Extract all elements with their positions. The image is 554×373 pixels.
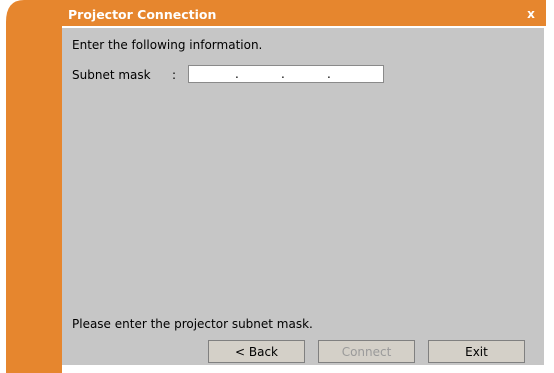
connect-button[interactable]: Connect — [318, 340, 415, 363]
ip-separator: . — [281, 67, 285, 81]
dialog-window: Projector Connection x Enter the followi… — [0, 0, 554, 373]
subnet-mask-label: Subnet mask — [72, 68, 151, 82]
ip-separator: . — [235, 67, 239, 81]
label-colon: : — [172, 68, 177, 82]
exit-button[interactable]: Exit — [428, 340, 525, 363]
back-button[interactable]: < Back — [208, 340, 305, 363]
window-title: Projector Connection — [68, 7, 217, 22]
close-icon[interactable]: x — [522, 6, 540, 21]
status-message: Please enter the projector subnet mask. — [72, 317, 313, 331]
ip-separator: . — [327, 67, 331, 81]
instruction-text: Enter the following information. — [72, 38, 263, 52]
subnet-mask-input[interactable]: . . . — [188, 65, 384, 83]
